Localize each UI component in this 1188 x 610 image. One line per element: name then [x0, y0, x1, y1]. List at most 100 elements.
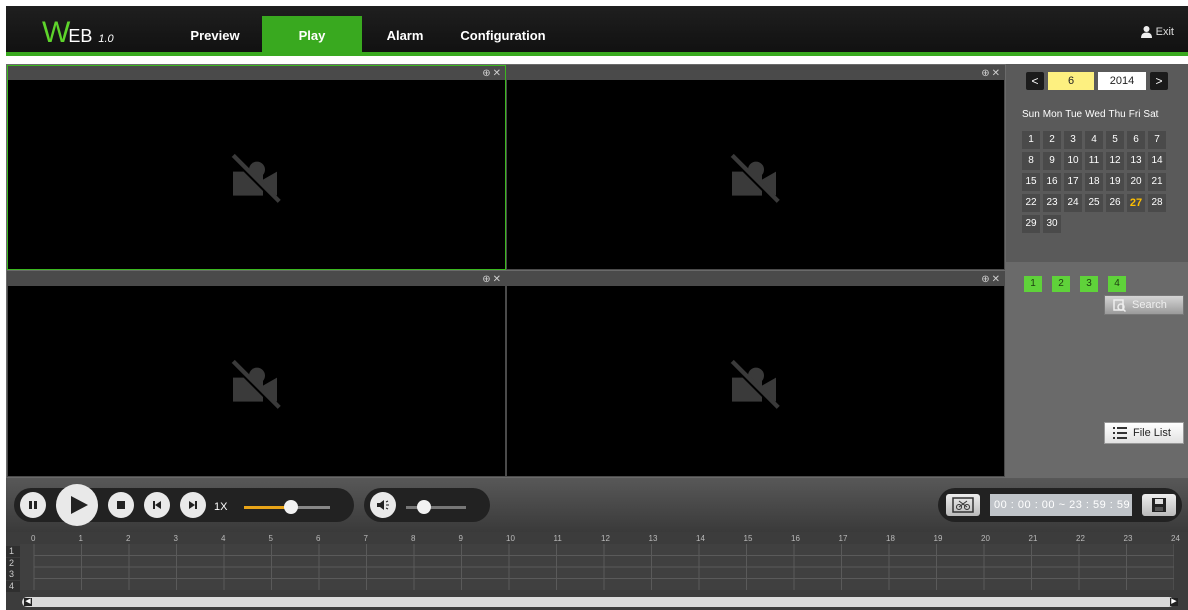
calendar-day[interactable]: 16 — [1043, 173, 1061, 191]
calendar-day[interactable]: 12 — [1106, 152, 1124, 170]
scroll-left-icon[interactable]: ◀ — [24, 598, 32, 606]
calendar-day[interactable]: 1 — [1022, 131, 1040, 149]
logo: WEB 1.0 — [42, 16, 114, 50]
next-frame-button[interactable] — [180, 492, 206, 518]
video-window-2[interactable]: ⊕ ✕ — [506, 65, 1005, 270]
video-window-4[interactable]: ⊕ ✕ — [506, 271, 1005, 477]
calendar-day[interactable]: 2 — [1043, 131, 1061, 149]
file-list-button[interactable]: File List — [1104, 422, 1184, 444]
timeline-row-label: 1 — [6, 546, 20, 557]
calendar-day[interactable]: 21 — [1148, 173, 1166, 191]
pause-button[interactable] — [20, 492, 46, 518]
channel-checkbox-3[interactable]: 3 — [1080, 276, 1098, 292]
calendar-day[interactable]: 22 — [1022, 194, 1040, 212]
timeline-grid[interactable] — [20, 544, 1174, 590]
calendar-day[interactable]: 28 — [1148, 194, 1166, 212]
nav-play[interactable]: Play — [262, 16, 362, 54]
calendar-day[interactable]: 3 — [1064, 131, 1082, 149]
nav-configuration[interactable]: Configuration — [448, 16, 558, 54]
hour-label: 13 — [648, 534, 658, 543]
nav-alarm[interactable]: Alarm — [362, 16, 448, 54]
clip-button[interactable] — [946, 494, 980, 516]
close-icon[interactable]: ✕ — [992, 68, 1000, 79]
list-icon — [1113, 427, 1127, 439]
prev-month-button[interactable]: < — [1026, 72, 1044, 90]
calendar-day[interactable]: 19 — [1106, 173, 1124, 191]
app-root: WEB 1.0 Preview Play Alarm Configuration … — [0, 0, 1188, 610]
calendar-day[interactable]: 8 — [1022, 152, 1040, 170]
calendar-nav: < 6 2014 > — [1026, 72, 1168, 90]
step-forward-icon — [189, 501, 197, 509]
search-button[interactable]: Search — [1104, 295, 1184, 315]
calendar-day[interactable]: 15 — [1022, 173, 1040, 191]
stop-button[interactable] — [108, 492, 134, 518]
zoom-icon[interactable]: ⊕ — [482, 68, 490, 79]
save-clip-button[interactable] — [1142, 494, 1176, 516]
timeline-hour-labels: 0 1 2 3 4 5 6 7 8 9 10 11 12 13 14 15 16 17 18 19 20 21 22 23 24 — [6, 534, 1188, 544]
close-icon[interactable]: ✕ — [493, 68, 501, 79]
calendar-day[interactable]: 17 — [1064, 173, 1082, 191]
next-month-button[interactable]: > — [1150, 72, 1168, 90]
weekday-label: Fri — [1128, 109, 1141, 120]
weekday-label: Sat — [1143, 109, 1159, 120]
video-window-3[interactable]: ⊕ ✕ — [7, 271, 506, 477]
calendar-day[interactable]: 6 — [1127, 131, 1145, 149]
calendar-day[interactable]: 25 — [1085, 194, 1103, 212]
calendar-day[interactable]: 13 — [1127, 152, 1145, 170]
volume-slider-track[interactable] — [406, 506, 466, 509]
no-camera-icon — [728, 153, 780, 204]
stop-icon — [117, 501, 125, 509]
calendar-day[interactable]: 27 — [1127, 194, 1145, 212]
volume-slider-knob[interactable] — [417, 500, 431, 514]
hour-label: 14 — [696, 534, 705, 543]
calendar-day[interactable]: 9 — [1043, 152, 1061, 170]
calendar-day[interactable]: 4 — [1085, 131, 1103, 149]
calendar-day[interactable]: 10 — [1064, 152, 1082, 170]
close-icon[interactable]: ✕ — [992, 274, 1000, 285]
zoom-icon[interactable]: ⊕ — [981, 274, 989, 285]
channel-checkbox-2[interactable]: 2 — [1052, 276, 1070, 292]
play-icon — [71, 496, 88, 514]
mute-button[interactable] — [370, 492, 396, 518]
no-camera-icon — [229, 359, 281, 411]
hour-label: 3 — [173, 534, 178, 543]
exit-button[interactable]: Exit — [1140, 25, 1174, 38]
speed-label: 1X — [214, 501, 228, 513]
hour-label: 17 — [838, 534, 848, 543]
calendar-day[interactable]: 29 — [1022, 215, 1040, 233]
hour-label: 21 — [1028, 534, 1038, 543]
channel-checkbox-1[interactable]: 1 — [1024, 276, 1042, 292]
timeline-scrollbar[interactable] — [22, 597, 1174, 607]
nav-preview[interactable]: Preview — [168, 16, 262, 54]
scroll-right-icon[interactable]: ▶ — [1170, 598, 1178, 606]
month-field[interactable]: 6 — [1048, 72, 1094, 90]
calendar-day[interactable]: 14 — [1148, 152, 1166, 170]
close-icon[interactable]: ✕ — [493, 274, 501, 285]
play-button[interactable] — [56, 484, 98, 526]
calendar-day[interactable]: 7 — [1148, 131, 1166, 149]
hour-label: 7 — [363, 534, 368, 543]
hour-label: 1 — [78, 534, 83, 543]
zoom-icon[interactable]: ⊕ — [482, 274, 490, 285]
hour-label: 11 — [553, 534, 562, 543]
calendar-day[interactable]: 24 — [1064, 194, 1082, 212]
calendar-day[interactable]: 26 — [1106, 194, 1124, 212]
video-window-1[interactable]: ⊕ ✕ — [7, 65, 506, 270]
weekday-label: Tue — [1065, 109, 1083, 120]
search-label: Search — [1132, 299, 1167, 311]
time-range-field[interactable]: 00 : 00 : 00 ~ 23 : 59 : 59 — [990, 494, 1132, 516]
previous-frame-button[interactable] — [144, 492, 170, 518]
calendar-day[interactable]: 20 — [1127, 173, 1145, 191]
zoom-icon[interactable]: ⊕ — [981, 68, 989, 79]
calendar-day[interactable]: 18 — [1085, 173, 1103, 191]
calendar-day[interactable]: 11 — [1085, 152, 1103, 170]
hour-label: 15 — [743, 534, 753, 543]
hour-label: 24 — [1171, 534, 1180, 543]
calendar-day[interactable]: 30 — [1043, 215, 1061, 233]
calendar-day[interactable]: 23 — [1043, 194, 1061, 212]
file-list-label: File List — [1133, 427, 1171, 439]
year-field[interactable]: 2014 — [1098, 72, 1146, 90]
timeline-row-label: 3 — [6, 569, 20, 580]
calendar-day[interactable]: 5 — [1106, 131, 1124, 149]
channel-checkbox-4[interactable]: 4 — [1108, 276, 1126, 292]
